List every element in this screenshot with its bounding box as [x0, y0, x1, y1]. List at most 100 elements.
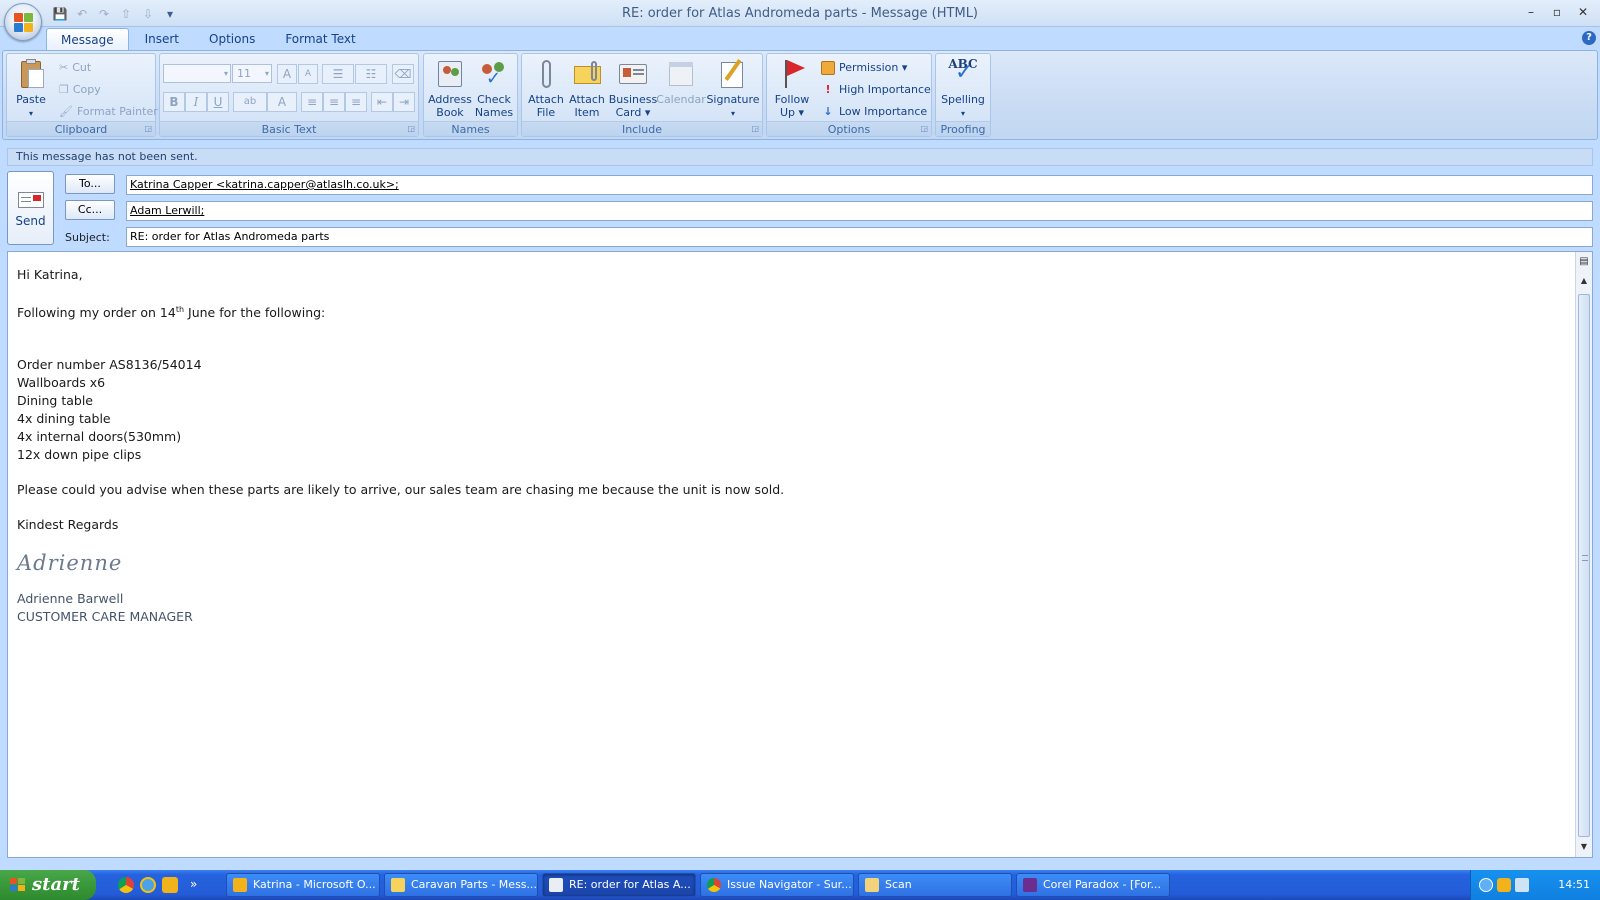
outlook-tray-icon[interactable] [1497, 878, 1511, 892]
help-icon[interactable]: ? [1582, 31, 1596, 45]
clock: 14:51 [1558, 878, 1590, 891]
underline-button[interactable]: U [207, 92, 229, 112]
tab-options[interactable]: Options [195, 28, 269, 50]
permission-button[interactable]: Permission ▾ [821, 58, 907, 78]
down-arrow-icon: ↓ [823, 105, 833, 118]
bold-icon: B [169, 95, 179, 109]
start-button[interactable]: start [0, 870, 96, 900]
group-include: Attach File Attach Item Business Card ▾ [521, 53, 763, 137]
taskbar-item[interactable]: Katrina - Microsoft O... [226, 873, 380, 897]
signature-button[interactable]: Signature ▾ [706, 58, 760, 120]
intro-line: Following my order on 14th June for the … [17, 301, 784, 322]
increase-indent-icon: ⇥ [398, 95, 410, 109]
business-card-button[interactable]: Business Card ▾ [608, 58, 658, 120]
to-button[interactable]: To... [65, 174, 115, 194]
italic-button[interactable]: I [185, 92, 207, 112]
windows-flag-icon [10, 878, 26, 892]
internet-explorer-icon[interactable] [140, 877, 156, 893]
overflow-chevron-icon[interactable]: » [190, 877, 197, 893]
permission-icon [821, 61, 835, 75]
bold-button[interactable]: B [163, 92, 185, 112]
business-card-label-1: Business [608, 93, 658, 106]
follow-up-button[interactable]: Follow Up ▾ [770, 58, 814, 120]
to-recipient[interactable]: Katrina Capper <katrina.capper@atlaslh.c… [130, 178, 399, 191]
office-button[interactable] [4, 3, 42, 41]
spelling-label: Spelling [941, 93, 985, 106]
dialog-launcher-icon[interactable]: ◲ [144, 124, 152, 133]
align-center-button[interactable]: ≡ [323, 92, 345, 112]
tab-message[interactable]: Message [46, 28, 129, 50]
ruler-toggle-icon[interactable]: ▤ [1579, 256, 1589, 267]
intro-sup: th [175, 305, 185, 314]
taskbar-item[interactable]: Caravan Parts - Mess... [384, 873, 538, 897]
system-tray: 14:51 [1470, 870, 1600, 900]
check-names-button[interactable]: ✓ Check Names [471, 58, 517, 120]
network-icon[interactable] [1515, 878, 1529, 892]
attach-file-button[interactable]: Attach File [525, 58, 567, 120]
group-proofing: ABC ✓ Spelling ▾ Proofing [935, 53, 991, 137]
scissors-icon: ✂ [59, 61, 69, 74]
paintbrush-icon: 🖌 [59, 105, 73, 118]
send-button[interactable]: Send [7, 171, 54, 245]
align-right-button[interactable]: ≡ [345, 92, 367, 112]
bullets-button[interactable]: ☰ [322, 64, 354, 84]
address-book-button[interactable]: Address Book [427, 58, 473, 120]
message-body[interactable]: Hi Katrina, Following my order on 14th J… [7, 251, 1593, 858]
tab-format-text[interactable]: Format Text [271, 28, 369, 50]
outlook-icon[interactable] [162, 877, 178, 893]
dialog-launcher-icon[interactable]: ◲ [407, 124, 415, 133]
font-color-button[interactable]: A [267, 92, 297, 112]
cc-recipient[interactable]: Adam Lerwill; [130, 204, 204, 217]
high-importance-button[interactable]: ! High Importance [821, 80, 930, 100]
align-left-button[interactable]: ≡ [301, 92, 323, 112]
cut-button[interactable]: ✂ Cut [59, 58, 91, 78]
address-book-icon [434, 58, 466, 90]
close-button[interactable]: ✕ [1572, 3, 1594, 21]
font-name-box[interactable]: ▾ [163, 64, 231, 83]
highlight-button[interactable]: ab [233, 92, 267, 112]
font-size-box[interactable]: 11 ▾ [232, 64, 272, 83]
numbering-button[interactable]: ☷ [355, 64, 387, 84]
low-importance-button[interactable]: ↓ Low Importance [821, 102, 927, 122]
scroll-thumb[interactable] [1578, 294, 1590, 837]
taskbar-item-label: Issue Navigator - Sur... [727, 878, 852, 891]
minimize-button[interactable]: – [1520, 3, 1542, 21]
chrome-icon [707, 878, 721, 892]
include-group-label: Include [522, 121, 762, 136]
dialog-launcher-icon[interactable]: ◲ [920, 124, 928, 133]
taskbar-item[interactable]: RE: order for Atlas A... [542, 873, 696, 897]
taskbar-item-label: RE: order for Atlas A... [569, 878, 691, 891]
chrome-icon[interactable] [118, 877, 134, 893]
increase-indent-button[interactable]: ⇥ [393, 92, 415, 112]
format-painter-button[interactable]: 🖌 Format Painter [59, 102, 158, 122]
dialog-launcher-icon[interactable]: ◲ [751, 124, 759, 133]
grow-font-button[interactable]: A [277, 64, 297, 84]
vertical-scrollbar[interactable]: ▤ ▲ ▼ [1575, 252, 1592, 857]
scroll-up-icon[interactable]: ▲ [1579, 276, 1589, 285]
cc-button[interactable]: Cc... [65, 200, 115, 220]
cc-field[interactable]: Adam Lerwill; [126, 201, 1593, 221]
tray-expand-icon[interactable] [1479, 878, 1493, 892]
signature-title: CUSTOMER CARE MANAGER [17, 609, 193, 625]
decrease-indent-button[interactable]: ⇤ [371, 92, 393, 112]
tab-insert[interactable]: Insert [131, 28, 193, 50]
align-center-icon: ≡ [328, 95, 340, 109]
ribbon-tabs: Message Insert Options Format Text [46, 28, 370, 50]
clear-formatting-button[interactable]: ⌫ [392, 64, 414, 84]
attach-item-button[interactable]: Attach Item [566, 58, 608, 120]
align-left-icon: ≡ [306, 95, 318, 109]
subject-field[interactable]: RE: order for Atlas Andromeda parts [126, 227, 1593, 247]
taskbar-item[interactable]: Scan [858, 873, 1012, 897]
calendar-button[interactable]: Calendar [656, 58, 706, 120]
taskbar-item[interactable]: Issue Navigator - Sur... [700, 873, 854, 897]
to-field[interactable]: Katrina Capper <katrina.capper@atlaslh.c… [126, 175, 1593, 195]
paste-button[interactable]: Paste ▾ [9, 58, 53, 120]
title-bar: 💾 ↶ ↷ ⇧ ⇩ ▾ RE: order for Atlas Andromed… [0, 0, 1600, 27]
scroll-down-icon[interactable]: ▼ [1579, 842, 1589, 851]
copy-button[interactable]: ❐ Copy [59, 80, 101, 100]
business-card-icon [617, 58, 649, 90]
taskbar-item[interactable]: Corel Paradox - [For... [1016, 873, 1170, 897]
spelling-button[interactable]: ABC ✓ Spelling ▾ [938, 58, 988, 120]
restore-button[interactable]: ▫ [1546, 3, 1568, 21]
shrink-font-button[interactable]: A [298, 64, 318, 84]
